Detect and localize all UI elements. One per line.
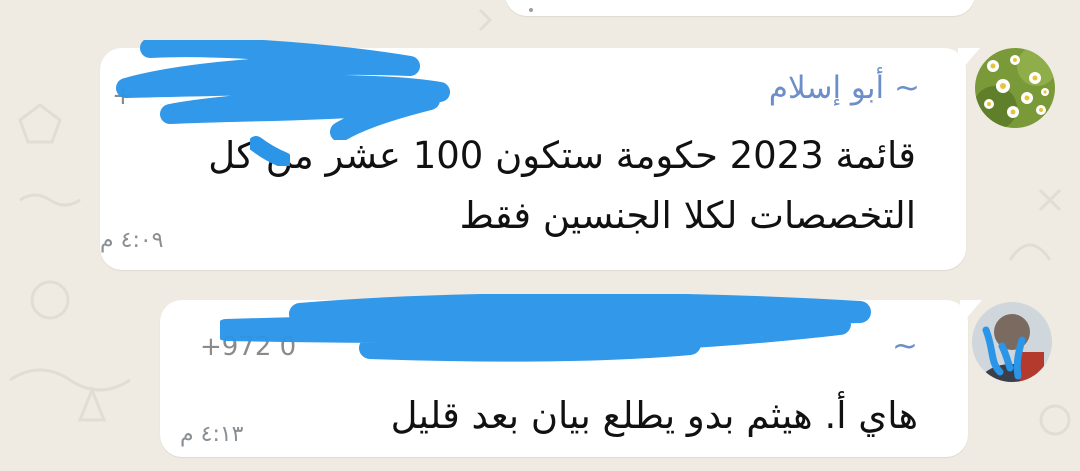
message-timestamp: ٤:١٣ م (180, 422, 244, 447)
message-bubble[interactable]: +972 0 ~ هاي أ. هيثم بدو يطلع بيان بعد ق… (160, 294, 982, 457)
bubble-tail-icon (958, 48, 980, 74)
sender-phone: + (112, 81, 134, 111)
message-text: هاي أ. هيثم بدو يطلع بيان بعد قليل (390, 394, 918, 437)
person-photo-avatar-icon[interactable] (972, 302, 1052, 382)
daisy-flowers-avatar-icon[interactable] (975, 48, 1055, 128)
message-bubble[interactable]: + ~ أبو إسلام قائمة 2023 حكومة ستكون 100… (100, 40, 980, 270)
message-text: قائمة 2023 حكومة ستكون 100 عشر من كل الت… (86, 126, 916, 246)
message-timestamp: ٤:٠٩ م (100, 228, 164, 253)
sender-name[interactable]: ~ (892, 328, 918, 364)
partial-mark-icon (529, 8, 533, 12)
sender-name[interactable]: ~ أبو إسلام (769, 70, 920, 106)
redaction-scribble (116, 40, 450, 140)
previous-message-bubble[interactable] (505, 0, 975, 16)
message-text-line: قائمة 2023 حكومة ستكون 100 عشر من كل (208, 134, 916, 177)
sender-phone: +972 0 (200, 332, 297, 362)
message-text-line: التخصصات لكلا الجنسين فقط (459, 194, 916, 237)
redaction-scribble (220, 294, 871, 362)
